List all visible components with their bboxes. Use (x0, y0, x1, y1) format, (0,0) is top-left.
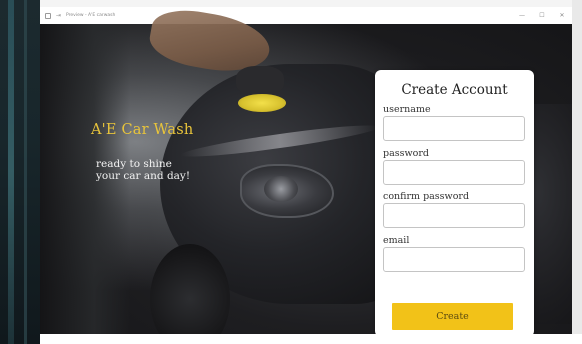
maximize-button[interactable]: ☐ (532, 7, 552, 24)
window-controls: — ☐ ✕ (512, 7, 572, 24)
polisher-icon (236, 66, 284, 96)
title-bar-left: ⇥ Preview - A'E carwash (40, 12, 115, 19)
screen: ⇥ Preview - A'E carwash — ☐ ✕ A'E Car Wa… (0, 0, 582, 344)
background-photo: A'E Car Wash ready to shine your car and… (40, 7, 572, 334)
desktop-left-strip (0, 0, 40, 344)
desktop-glow-secondary (24, 0, 27, 344)
car-headlight-lens (264, 176, 298, 202)
email-label: email (383, 235, 410, 246)
polisher-pad (238, 94, 286, 112)
form-title: Create Account (401, 82, 508, 98)
create-button[interactable]: Create (392, 303, 513, 330)
email-input[interactable] (383, 247, 525, 272)
minimize-button[interactable]: — (512, 7, 532, 24)
app-window: ⇥ Preview - A'E carwash — ☐ ✕ A'E Car Wa… (40, 7, 572, 334)
close-button[interactable]: ✕ (552, 7, 572, 24)
username-input[interactable] (383, 116, 525, 141)
tagline-line-1: ready to shine (96, 158, 172, 170)
tagline: ready to shine your car and day! (96, 158, 190, 182)
arrow-icon[interactable]: ⇥ (56, 12, 61, 19)
password-label: password (383, 148, 429, 159)
confirm-password-input[interactable] (383, 203, 525, 228)
title-bar: ⇥ Preview - A'E carwash — ☐ ✕ (40, 7, 572, 24)
create-account-card: Create Account username password confirm… (375, 70, 534, 334)
desktop-bottom-band (40, 334, 582, 344)
username-label: username (383, 104, 431, 115)
tagline-line-2: your car and day! (96, 170, 191, 182)
desktop-right-strip (572, 0, 582, 344)
app-icon (45, 12, 51, 19)
brand-title: A'E Car Wash (91, 122, 194, 138)
window-title: Preview - A'E carwash (66, 13, 116, 18)
password-input[interactable] (383, 160, 525, 185)
desktop-glow (8, 0, 14, 344)
confirm-password-label: confirm password (383, 191, 470, 202)
